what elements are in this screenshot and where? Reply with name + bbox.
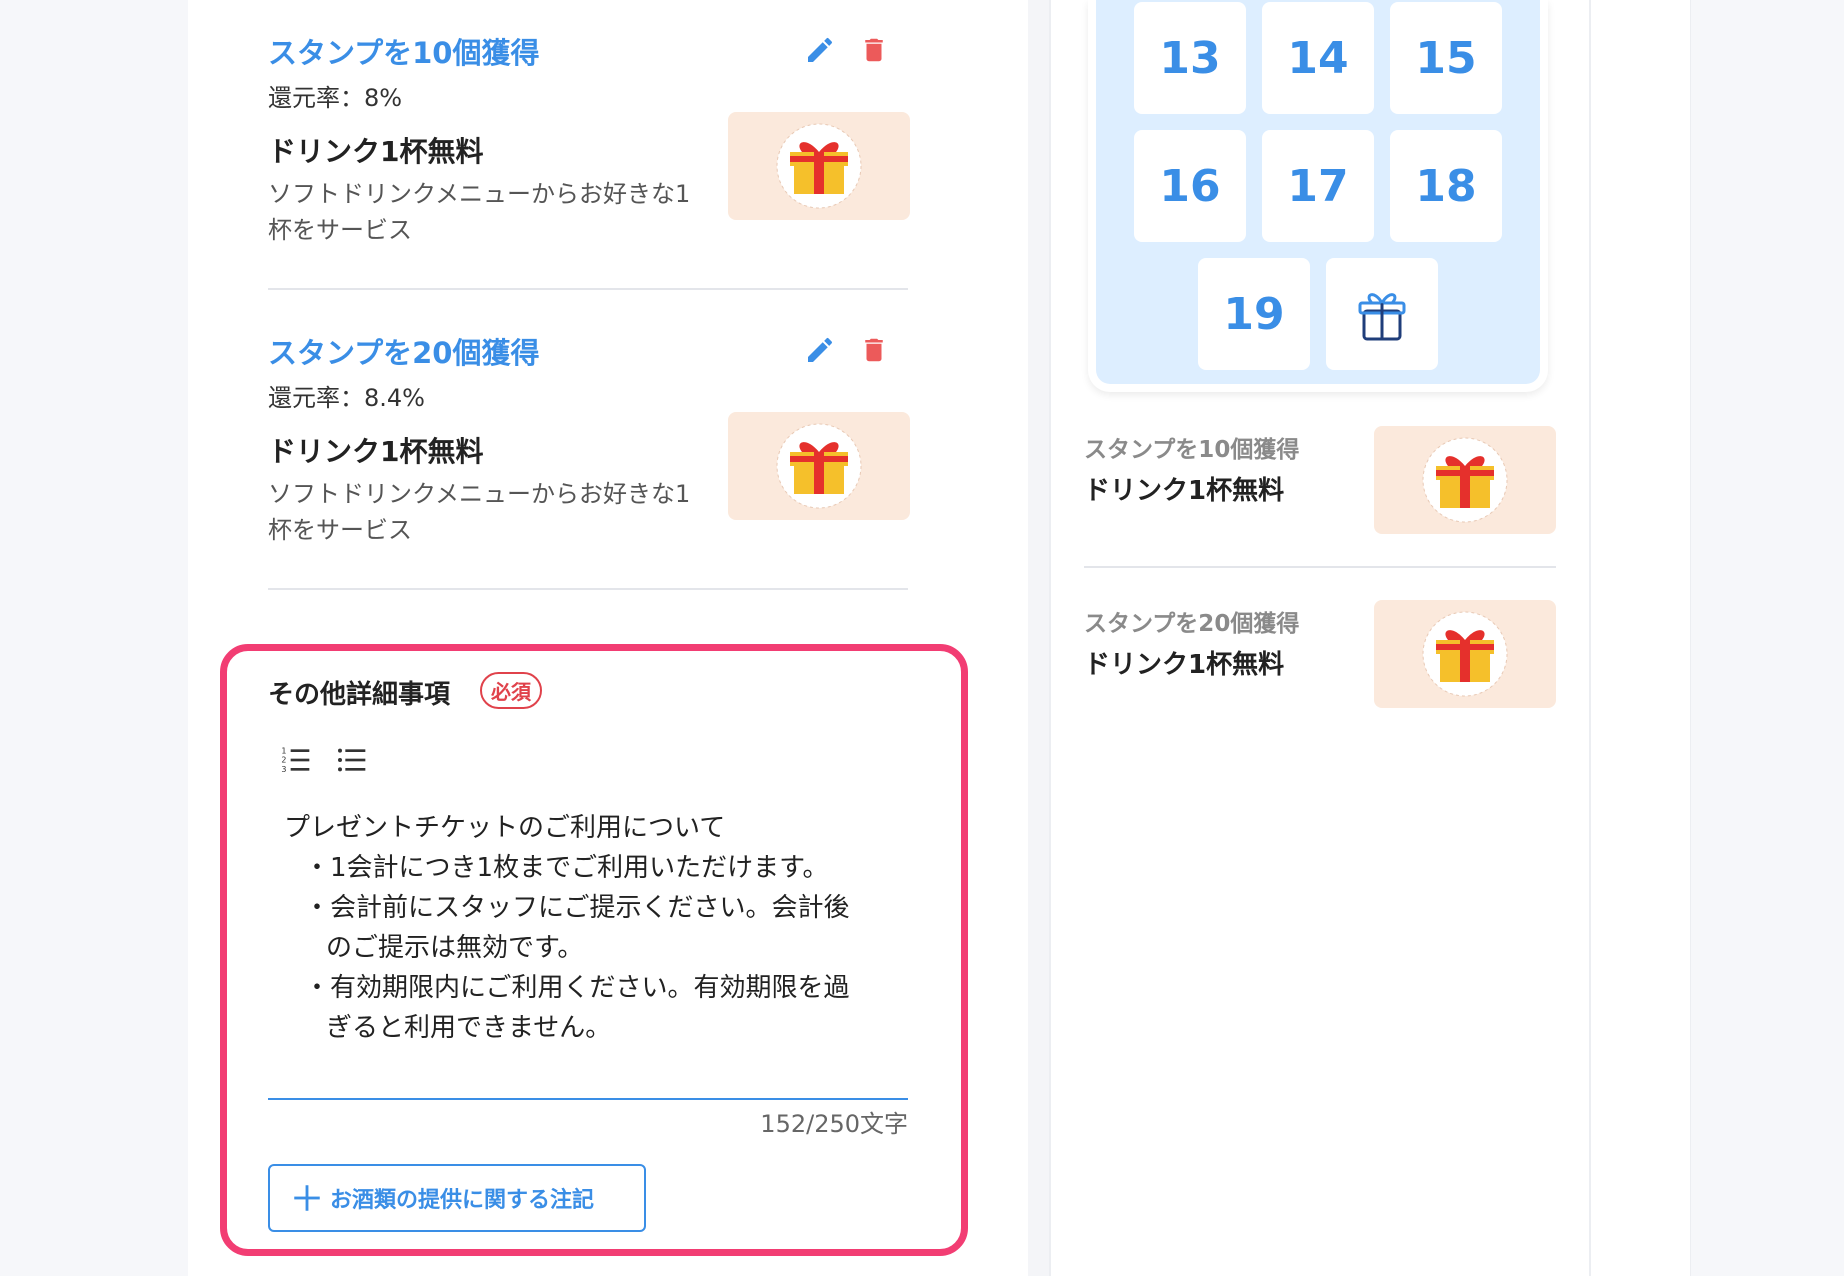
stamp-cell: 13	[1134, 2, 1246, 114]
preview-gift-thumbnail	[1374, 600, 1556, 708]
preview-reward-title: スタンプを20個獲得	[1084, 611, 1300, 637]
stamp-cell: 14	[1262, 2, 1374, 114]
pencil-icon	[808, 337, 833, 362]
gift-icon	[776, 423, 862, 509]
trash-icon	[865, 338, 883, 362]
divider	[268, 588, 908, 590]
trash-icon	[865, 38, 883, 62]
panel-gutter	[1028, 0, 1050, 1276]
reward-title: スタンプを20個獲得	[268, 336, 540, 370]
stamp-cell: 16	[1134, 130, 1246, 242]
reward-description: ソフトドリンクメニューからお好きな1杯をサービス	[268, 180, 691, 244]
notes-line: のご提示は無効です。	[326, 933, 584, 963]
edit-reward-button[interactable]	[800, 330, 840, 370]
textarea-underline	[268, 1098, 908, 1100]
reward-name: ドリンク1杯無料	[268, 135, 484, 168]
ordered-list-button[interactable]: 1 2 3	[276, 740, 316, 780]
reward-name: ドリンク1杯無料	[268, 435, 484, 468]
add-alcohol-note-button[interactable]: お酒類の提供に関する注記	[268, 1164, 646, 1232]
notes-line: ・1会計につき1枚までご利用いただけます。	[304, 853, 829, 883]
notes-line: プレゼントチケットのご利用について	[284, 813, 726, 843]
plus-icon	[294, 1185, 320, 1211]
gift-thumbnail	[728, 112, 910, 220]
stamp-cell: 17	[1262, 130, 1374, 242]
character-counter: 152/250文字	[760, 1110, 908, 1138]
stamp-cell: 18	[1390, 130, 1502, 242]
svg-text:2: 2	[281, 756, 286, 765]
stamp-cell: 19	[1198, 258, 1310, 370]
required-badge: 必須	[480, 672, 542, 709]
notes-line: ・会計前にスタッフにご提示ください。会計後	[304, 893, 850, 923]
gift-icon	[776, 123, 862, 209]
gift-icon	[1358, 293, 1406, 341]
preview-reward-name: ドリンク1杯無料	[1084, 650, 1285, 680]
notes-line: ・有効期限内にご利用ください。有効期限を過	[304, 973, 850, 1003]
svg-text:3: 3	[281, 765, 286, 774]
reward-rate: 還元率：8%	[268, 84, 403, 112]
details-label: その他詳細事項	[268, 680, 451, 710]
reward-description: ソフトドリンクメニューからお好きな1杯をサービス	[268, 480, 691, 544]
edit-reward-button[interactable]	[800, 30, 840, 70]
pencil-icon	[808, 37, 833, 62]
bullet-list-button[interactable]	[332, 740, 372, 780]
stamp-gift-cell	[1326, 258, 1438, 370]
delete-reward-button[interactable]	[854, 330, 894, 370]
divider	[1084, 566, 1556, 568]
preview-reward-title: スタンプを10個獲得	[1084, 437, 1300, 463]
bullet-list-icon	[338, 748, 366, 772]
ordered-list-icon: 1 2 3	[281, 746, 310, 774]
gift-icon	[1422, 437, 1508, 523]
gift-icon	[1422, 611, 1508, 697]
reward-rate: 還元率：8.4%	[268, 384, 425, 412]
details-textarea[interactable]: プレゼントチケットのご利用について ・1会計につき1枚までご利用いただけます。 …	[284, 808, 924, 1088]
gift-thumbnail	[728, 412, 910, 520]
svg-text:1: 1	[281, 746, 286, 755]
preview-reward-name: ドリンク1杯無料	[1084, 476, 1285, 506]
add-button-label: お酒類の提供に関する注記	[330, 1188, 595, 1213]
preview-gift-thumbnail	[1374, 426, 1556, 534]
reward-title: スタンプを10個獲得	[268, 36, 540, 70]
notes-line: ぎると利用できません。	[326, 1013, 612, 1043]
divider	[268, 288, 908, 290]
delete-reward-button[interactable]	[854, 30, 894, 70]
stamp-cell: 15	[1390, 2, 1502, 114]
